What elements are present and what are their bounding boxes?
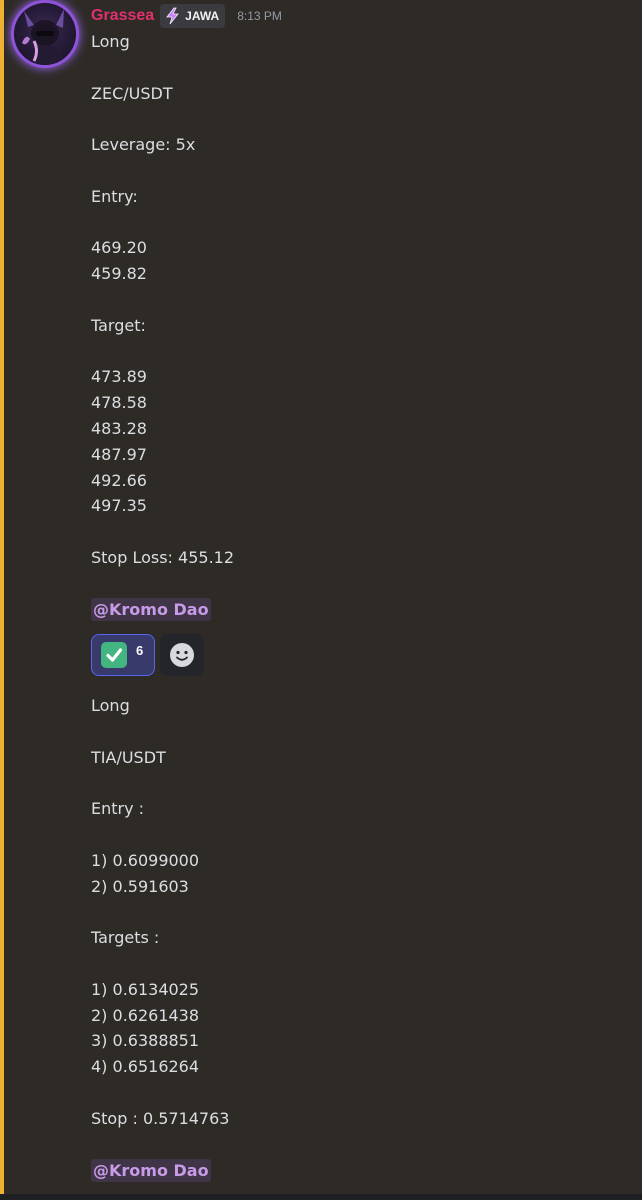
message-line: 492.66 bbox=[91, 470, 147, 490]
server-tag-label: JAWA bbox=[185, 9, 220, 23]
reaction-check-button[interactable]: 6 bbox=[91, 634, 155, 676]
message-line: 1) 0.6099000 bbox=[91, 850, 200, 870]
message-line: 1) 0.6134025 bbox=[91, 979, 200, 999]
message-line: ZEC/USDT bbox=[91, 83, 173, 103]
message-line: Long bbox=[91, 32, 130, 51]
highlight-accent-bar bbox=[0, 0, 4, 1200]
message-header: Grassea JAWA 8:13 PM bbox=[91, 4, 282, 28]
message-line: 469.20 bbox=[91, 238, 147, 258]
message-line: Entry : bbox=[91, 799, 145, 819]
message-line: Long bbox=[91, 696, 130, 715]
timestamp[interactable]: 8:13 PM bbox=[237, 9, 282, 23]
message-line: Leverage: 5x bbox=[91, 135, 196, 155]
message-line: Stop : 0.5714763 bbox=[91, 1108, 230, 1128]
user-mention[interactable]: @Kromo Dao bbox=[91, 1159, 211, 1182]
message-content-tia: Long TIA/USDT Entry : 1) 0.6099000 2) 0.5… bbox=[91, 693, 229, 1132]
add-reaction-smiley-icon bbox=[170, 643, 194, 667]
message-line: TIA/USDT bbox=[91, 747, 166, 767]
username[interactable]: Grassea bbox=[91, 7, 154, 25]
message-line: 2) 0.591603 bbox=[91, 876, 189, 896]
message-line: 473.89 bbox=[91, 367, 147, 387]
message-line: 483.28 bbox=[91, 418, 147, 438]
user-mention[interactable]: @Kromo Dao bbox=[91, 598, 211, 621]
avatar[interactable] bbox=[14, 3, 76, 65]
server-tag[interactable]: JAWA bbox=[160, 4, 226, 28]
message-line: 4) 0.6516264 bbox=[91, 1057, 200, 1077]
message-line: 497.35 bbox=[91, 496, 147, 516]
message-line: Target: bbox=[91, 315, 146, 335]
message-line: Targets : bbox=[91, 928, 160, 948]
message-line: 3) 0.6388851 bbox=[91, 1031, 200, 1051]
message-content-zec: Long ZEC/USDT Leverage: 5x Entry: 469.20… bbox=[91, 29, 234, 571]
message-line: 478.58 bbox=[91, 393, 147, 413]
white-check-mark-icon bbox=[101, 642, 127, 668]
message-line: Stop Loss: 455.12 bbox=[91, 547, 235, 567]
message-line: 487.97 bbox=[91, 444, 147, 464]
message-line: Entry: bbox=[91, 186, 138, 206]
message-line: 2) 0.6261438 bbox=[91, 1005, 200, 1025]
add-reaction-button[interactable] bbox=[160, 634, 204, 676]
message-line: 459.82 bbox=[91, 264, 147, 284]
bottom-border bbox=[0, 1194, 642, 1200]
lightning-icon bbox=[166, 7, 180, 25]
reaction-count: 6 bbox=[136, 642, 144, 658]
